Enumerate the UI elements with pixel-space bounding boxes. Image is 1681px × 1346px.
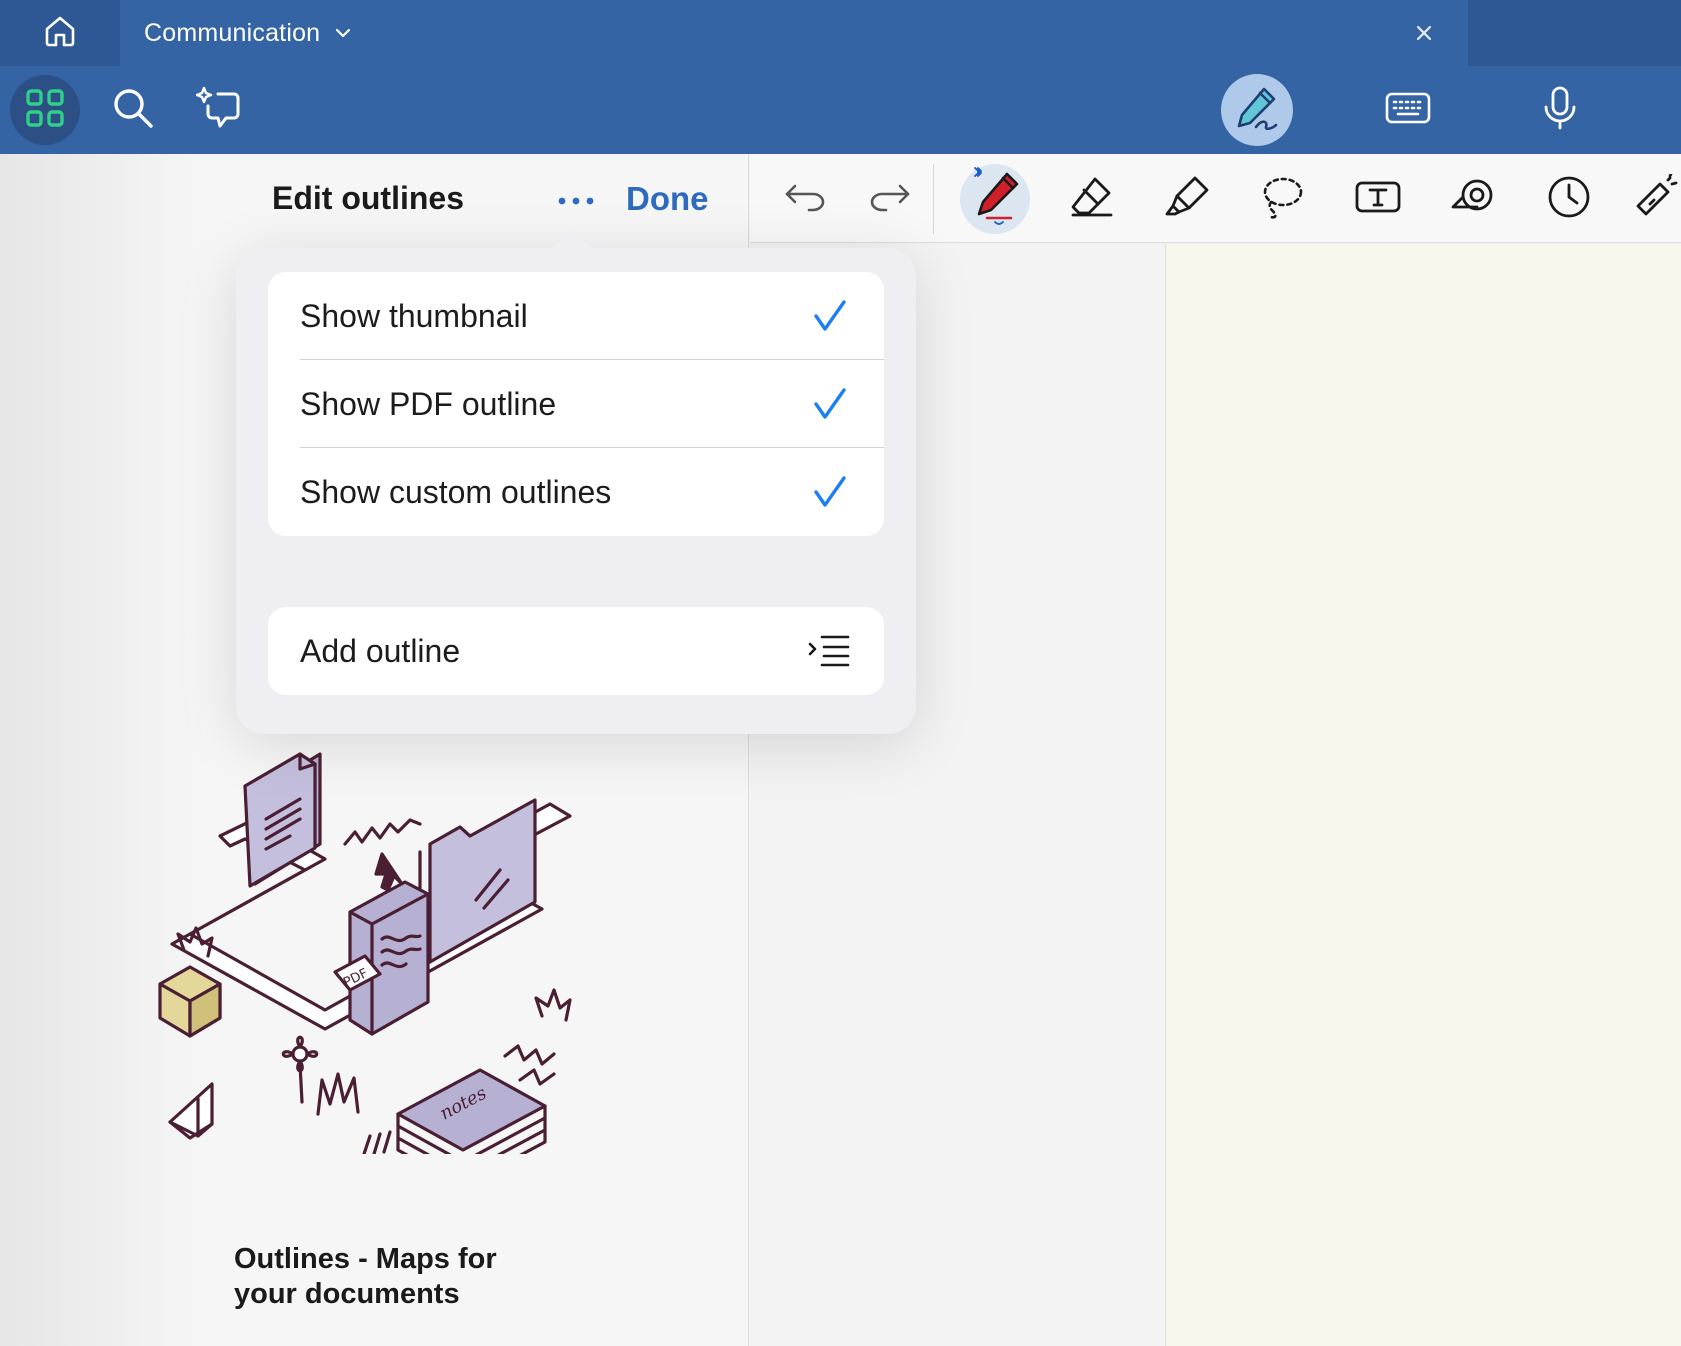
ai-assist-button[interactable] xyxy=(185,75,255,145)
more-options-button[interactable] xyxy=(548,182,604,222)
option-show-custom-outlines[interactable]: Show custom outlines xyxy=(268,448,884,536)
laser-pointer-button[interactable] xyxy=(1630,164,1681,234)
clock-icon xyxy=(1546,174,1592,225)
option-label: Show custom outlines xyxy=(300,473,612,510)
toolbar-divider xyxy=(933,164,934,234)
outline-visibility-group: Show thumbnail Show PDF outline Show cus… xyxy=(268,272,884,536)
home-button[interactable] xyxy=(0,0,120,66)
tape-tool-button[interactable] xyxy=(1438,164,1508,234)
ellipsis-icon xyxy=(556,193,596,211)
keyboard-icon xyxy=(1385,91,1431,130)
tab-title: Communication xyxy=(144,18,321,47)
pen-handwriting-icon xyxy=(1234,85,1280,136)
handwriting-mode-button[interactable] xyxy=(1221,74,1293,146)
add-outline-group: Add outline xyxy=(268,607,884,695)
outlines-caption: Outlines - Maps for your documents xyxy=(234,1243,497,1310)
option-label: Show PDF outline xyxy=(300,385,557,422)
chevron-down-icon[interactable] xyxy=(334,27,352,39)
home-icon xyxy=(43,14,77,53)
text-tool-button[interactable] xyxy=(1343,164,1413,234)
grid-apps-icon xyxy=(25,88,65,133)
panel-title: Edit outlines xyxy=(272,180,464,216)
lasso-tool-button[interactable] xyxy=(1247,164,1317,234)
outline-options-popover: Show thumbnail Show PDF outline Show cus… xyxy=(236,230,916,734)
undo-icon xyxy=(783,182,827,217)
text-box-icon xyxy=(1354,179,1402,220)
tab-communication[interactable]: Communication xyxy=(120,0,1468,66)
pen-icon xyxy=(967,166,1023,233)
eraser-icon xyxy=(1067,175,1115,224)
search-button[interactable] xyxy=(98,75,168,145)
tape-icon xyxy=(1449,177,1497,222)
apps-button[interactable] xyxy=(10,75,80,145)
checkmark-icon xyxy=(812,298,848,334)
outlines-illustration: PDF notes xyxy=(150,724,600,1188)
checkmark-icon xyxy=(812,386,848,422)
close-icon[interactable] xyxy=(1410,19,1438,47)
laser-pointer-icon xyxy=(1630,172,1678,225)
timer-tool-button[interactable] xyxy=(1534,164,1604,234)
option-show-thumbnail[interactable]: Show thumbnail xyxy=(268,272,884,360)
lasso-icon xyxy=(1259,174,1305,225)
add-outline-label: Add outline xyxy=(300,632,461,669)
checkmark-icon xyxy=(812,474,848,510)
document-page[interactable] xyxy=(1165,244,1681,1346)
microphone-icon xyxy=(1542,85,1578,136)
undo-button[interactable] xyxy=(770,164,840,234)
tab-bar: Communication xyxy=(0,0,1681,66)
add-outline-list-icon xyxy=(808,632,850,670)
option-show-pdf-outline[interactable]: Show PDF outline xyxy=(268,360,884,448)
panel-header: Edit outlines Done xyxy=(0,154,749,244)
redo-icon xyxy=(868,182,912,217)
highlighter-tool-button[interactable] xyxy=(1152,164,1222,234)
redo-button[interactable] xyxy=(855,164,925,234)
ai-assist-icon xyxy=(195,84,244,137)
microphone-button[interactable] xyxy=(1524,74,1596,146)
popover-arrow xyxy=(550,230,594,250)
done-button[interactable]: Done xyxy=(626,180,709,218)
add-outline-button[interactable]: Add outline xyxy=(268,607,884,695)
main-toolbar xyxy=(0,66,1681,154)
search-icon xyxy=(111,86,155,135)
keyboard-button[interactable] xyxy=(1372,74,1444,146)
highlighter-icon xyxy=(1163,174,1211,225)
pen-tool-button[interactable] xyxy=(960,164,1030,234)
drawing-toolbar xyxy=(750,154,1681,243)
option-label: Show thumbnail xyxy=(300,297,528,334)
eraser-tool-button[interactable] xyxy=(1056,164,1126,234)
